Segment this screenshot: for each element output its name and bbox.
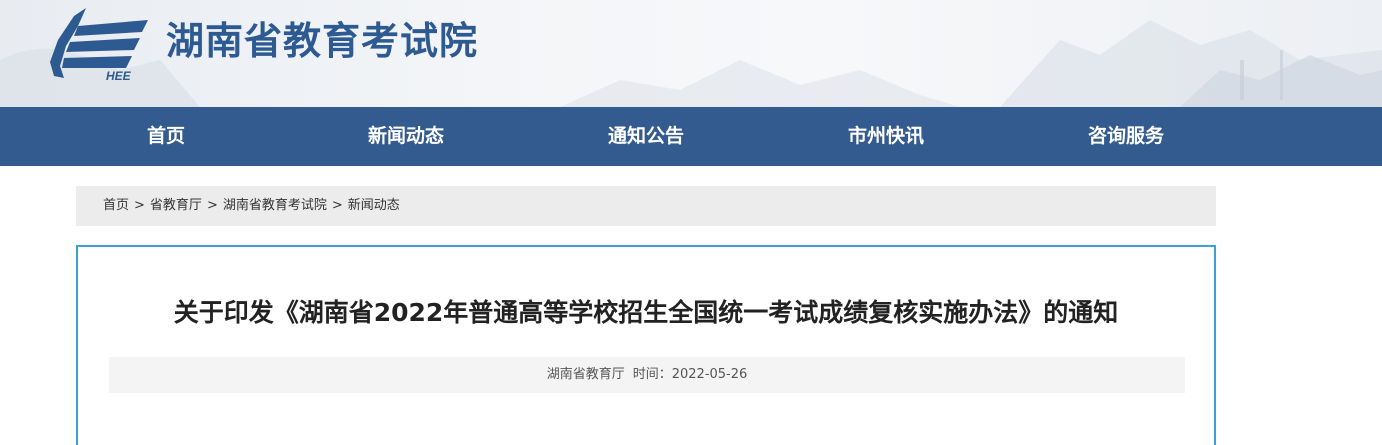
nav-item-home[interactable]: 首页: [86, 107, 246, 166]
breadcrumb-separator: >: [134, 198, 145, 213]
article-container: 关于印发《湖南省2022年普通高等学校招生全国统一考试成绩复核实施办法》的通知 …: [76, 245, 1216, 445]
breadcrumb-home[interactable]: 首页: [103, 198, 129, 213]
breadcrumb-exam-authority[interactable]: 湖南省教育考试院: [223, 198, 327, 213]
breadcrumb-education-dept[interactable]: 省教育厅: [150, 198, 202, 213]
nav-item-consulting[interactable]: 咨询服务: [1046, 107, 1206, 166]
site-header: HEE 湖南省教育考试院: [0, 0, 1382, 107]
article-title: 关于印发《湖南省2022年普通高等学校招生全国统一考试成绩复核实施办法》的通知: [173, 298, 1119, 327]
main-nav: 首页 新闻动态 通知公告 市州快讯 咨询服务: [0, 107, 1382, 166]
article-time-label: 时间：: [632, 367, 672, 382]
article-source: 湖南省教育厅: [546, 367, 625, 382]
article-date: 2022-05-26: [671, 367, 748, 382]
breadcrumb-separator: >: [206, 198, 218, 213]
nav-item-city-news[interactable]: 市州快讯: [806, 107, 966, 166]
site-title: 湖南省教育考试院: [166, 19, 479, 63]
logo-text: HEE: [106, 69, 132, 82]
breadcrumb: 首页 > 省教育厅 > 湖南省教育考试院 > 新闻动态: [76, 186, 1216, 226]
site-logo[interactable]: HEE: [44, 6, 156, 82]
breadcrumb-news[interactable]: 新闻动态: [348, 198, 400, 213]
nav-item-news[interactable]: 新闻动态: [326, 107, 486, 166]
breadcrumb-separator: >: [331, 198, 343, 213]
article-meta: 湖南省教育厅 时间：2022-05-26: [109, 357, 1185, 393]
nav-item-notices[interactable]: 通知公告: [566, 107, 726, 166]
